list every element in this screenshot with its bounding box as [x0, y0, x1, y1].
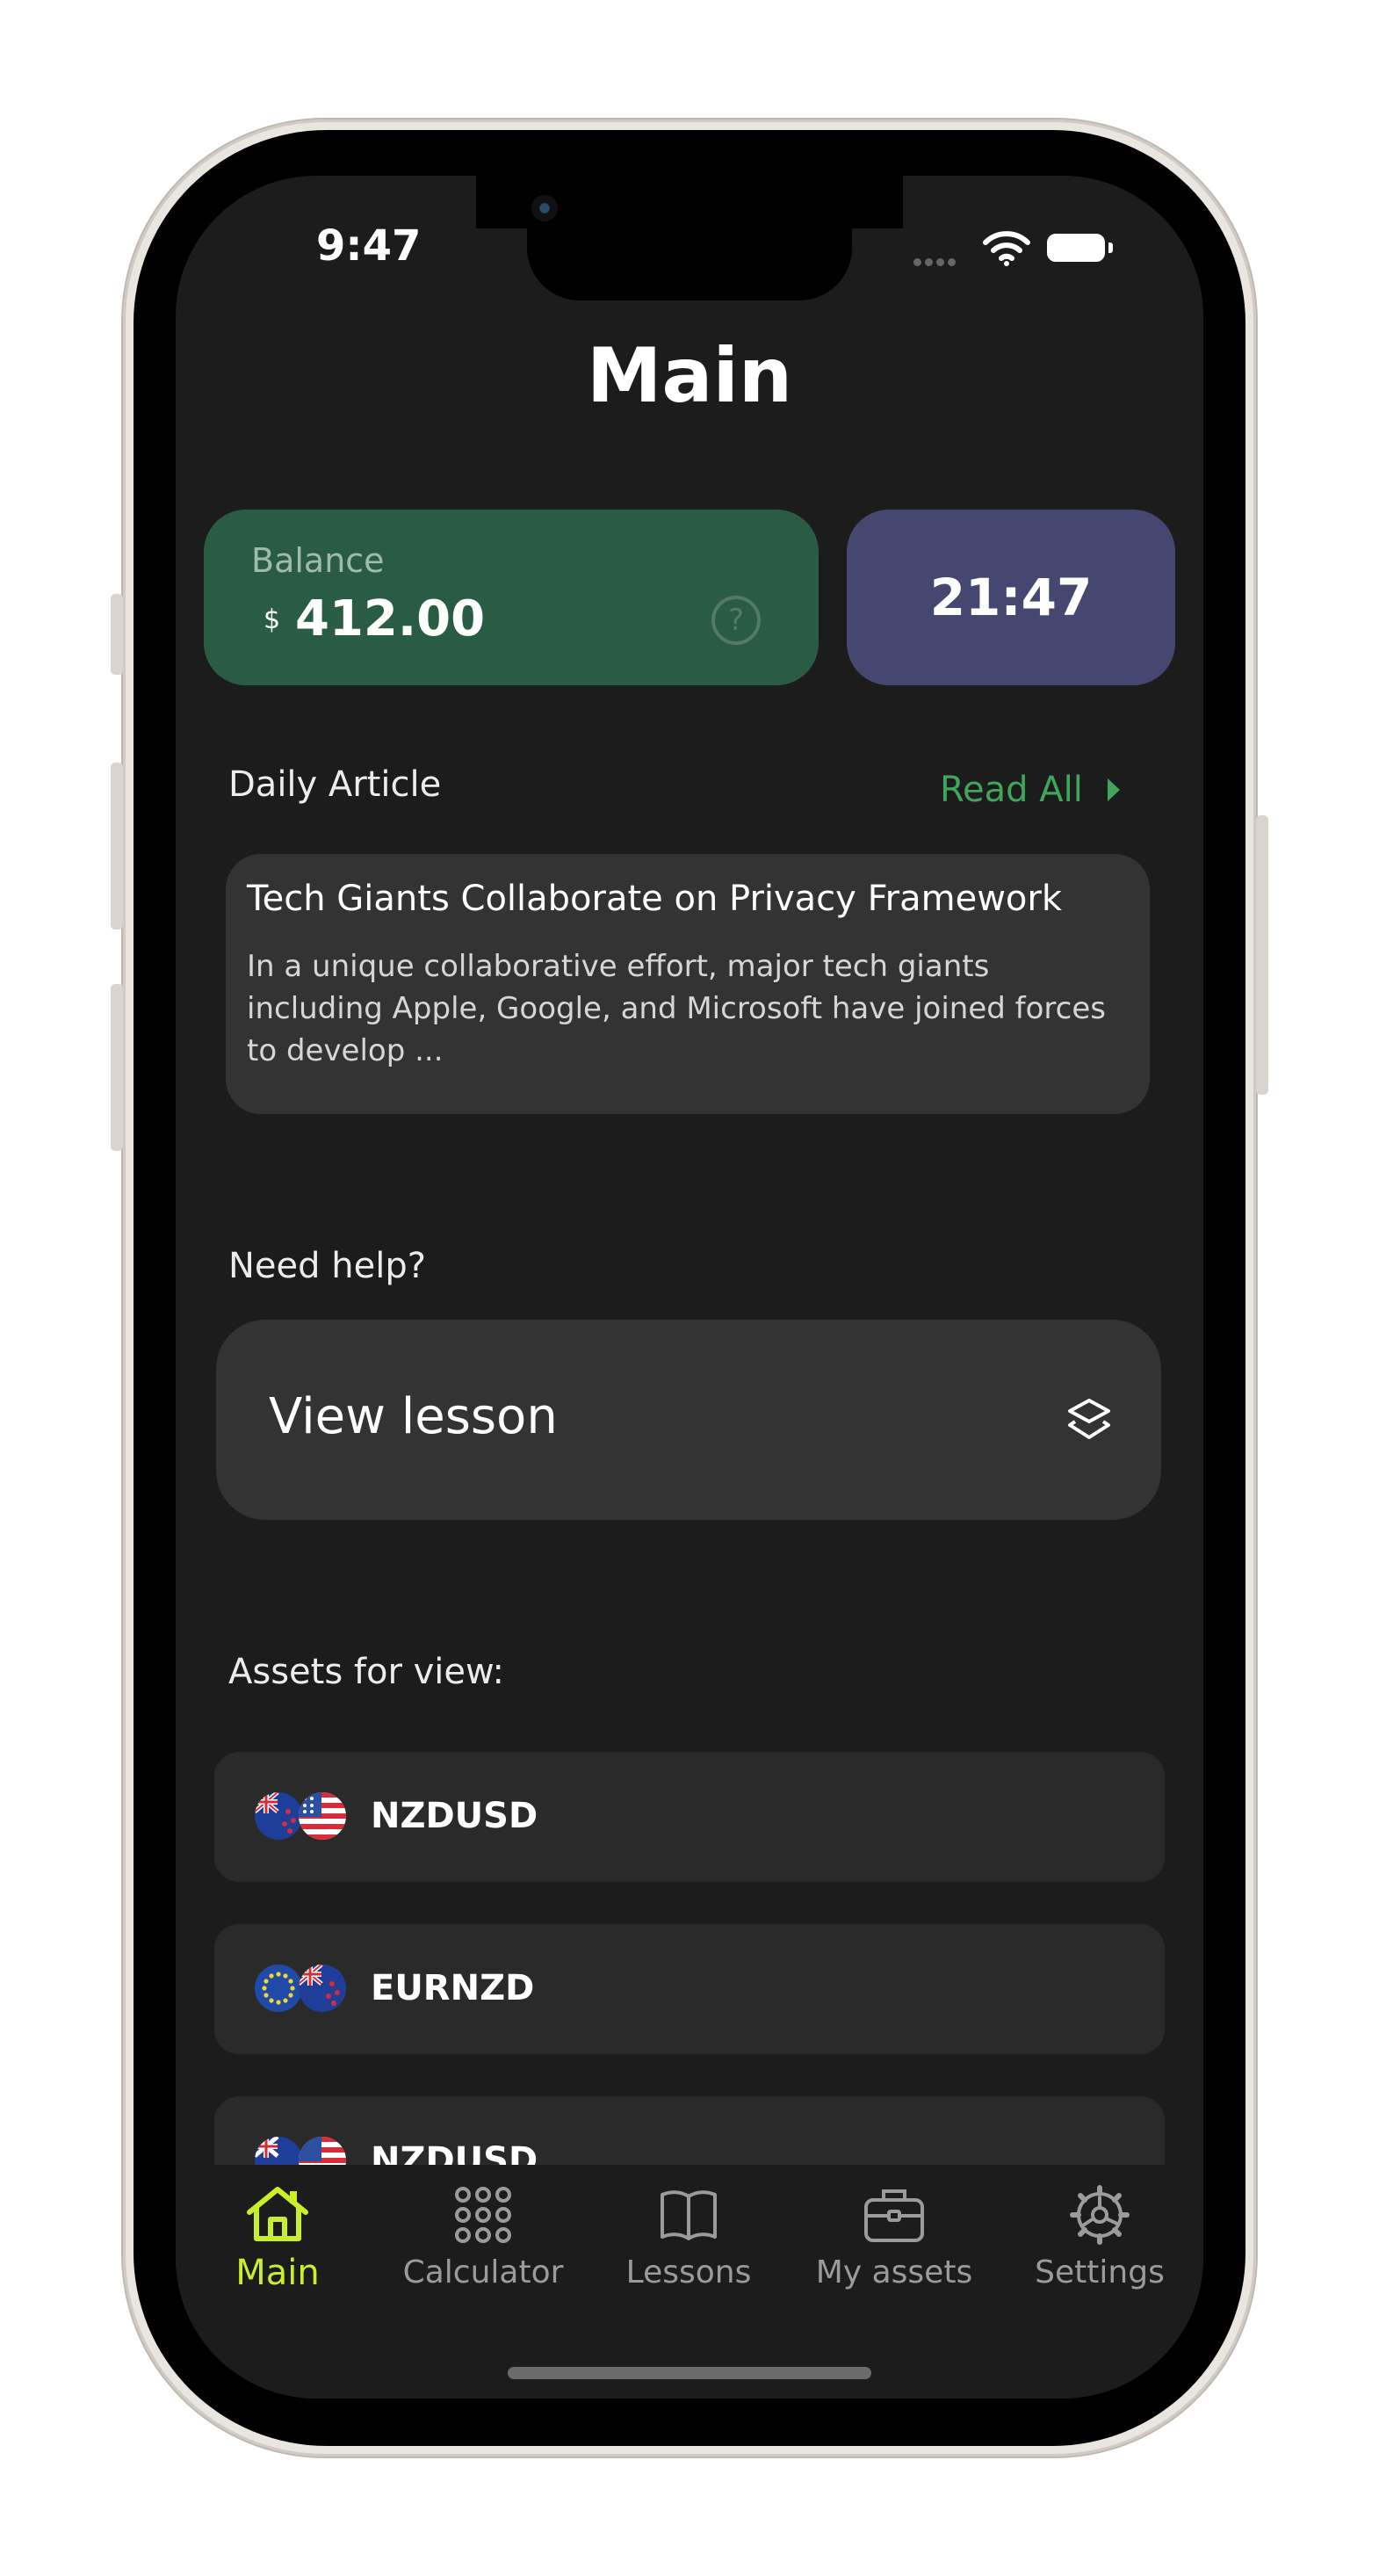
tab-label: Lessons [625, 2254, 752, 2290]
chevron-right-icon [1107, 778, 1120, 801]
front-camera [531, 195, 558, 221]
gear-icon [1070, 2185, 1130, 2245]
tab-settings[interactable]: Settings [1003, 2184, 1196, 2290]
tab-main[interactable]: Main [181, 2184, 374, 2293]
status-time: 9:47 [316, 221, 422, 271]
home-icon [247, 2187, 308, 2241]
tab-my-assets[interactable]: My assets [798, 2184, 991, 2290]
wifi-icon [982, 230, 1031, 271]
asset-row[interactable]: EURNZD [214, 1924, 1165, 2054]
read-all-label: Read All [940, 770, 1083, 810]
page-title: Main [586, 332, 793, 420]
clock-time: 21:47 [929, 568, 1093, 627]
asset-row[interactable]: NZDUSD [214, 1752, 1165, 1882]
cellular-signal-icon [913, 253, 959, 270]
notch [527, 176, 852, 300]
clock-card: 21:47 [847, 510, 1175, 685]
power-button [1256, 815, 1268, 1095]
article-card[interactable]: Tech Giants Collaborate on Privacy Frame… [226, 854, 1150, 1114]
article-title: Tech Giants Collaborate on Privacy Frame… [247, 879, 1062, 919]
volume-up-button [111, 763, 123, 930]
balance-label: Balance [251, 541, 385, 580]
home-indicator [508, 2367, 871, 2379]
battery-icon [1047, 234, 1105, 262]
assets-label: Assets for view: [228, 1652, 505, 1692]
need-help-label: Need help? [228, 1246, 426, 1286]
help-icon[interactable]: ? [711, 596, 761, 645]
eu-flag-icon [255, 1965, 302, 2012]
briefcase-icon [864, 2189, 924, 2242]
read-all-link[interactable]: Read All [940, 770, 1122, 810]
view-lesson-button[interactable]: View lesson [216, 1320, 1161, 1520]
balance-card[interactable]: Balance $ 412.00 ? [204, 510, 819, 685]
tab-lessons[interactable]: Lessons [592, 2184, 785, 2290]
tab-label: Main [235, 2253, 320, 2293]
article-excerpt: In a unique collaborative effort, major … [247, 949, 1106, 1068]
volume-down-button [111, 984, 123, 1151]
book-icon [661, 2190, 717, 2240]
balance-currency: $ [264, 604, 281, 635]
balance-value: 412.00 [295, 590, 486, 648]
nz-flag-icon [255, 1792, 302, 1840]
us-flag-icon [299, 1792, 346, 1840]
app-screen: 9:47 Main Balance $ 412.00 ? 21:47 Daily… [176, 176, 1203, 2399]
grid-icon [455, 2187, 511, 2243]
battery-tip [1108, 242, 1113, 253]
notch-shoulder [850, 176, 903, 228]
asset-name: NZDUSD [371, 1796, 538, 1836]
tab-label: Settings [1035, 2254, 1165, 2290]
notch-shoulder [476, 176, 529, 228]
nz-flag-icon [299, 1965, 346, 2012]
tab-bar: Main Calculator Lessons My assets Settin… [176, 2165, 1203, 2399]
tab-label: My assets [815, 2254, 973, 2290]
tab-calculator[interactable]: Calculator [386, 2184, 580, 2290]
layers-icon [1068, 1399, 1110, 1439]
asset-name: EURNZD [371, 1968, 535, 2008]
daily-article-label: Daily Article [228, 764, 442, 805]
view-lesson-label: View lesson [269, 1388, 558, 1445]
tab-label: Calculator [402, 2254, 564, 2290]
silent-switch [111, 594, 123, 675]
